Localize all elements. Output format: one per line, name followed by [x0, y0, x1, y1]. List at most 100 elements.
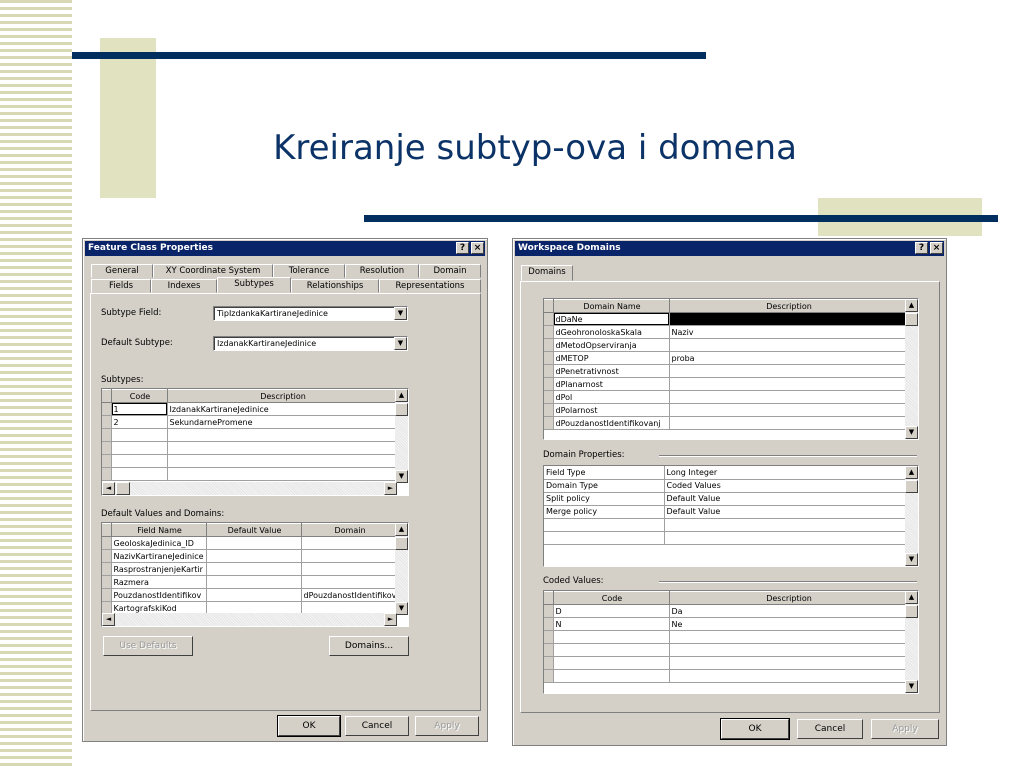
tab-subtypes[interactable]: Subtypes [217, 277, 291, 293]
column-header[interactable]: Description [167, 389, 398, 403]
table-cell[interactable] [206, 536, 302, 550]
scroll-down-icon[interactable]: ▼ [905, 553, 918, 566]
scroll-thumb[interactable] [905, 605, 918, 618]
row-header[interactable] [544, 643, 554, 657]
table-cell[interactable]: dMETOP [553, 351, 670, 365]
table-cell[interactable] [301, 575, 398, 589]
table-cell[interactable]: dPenetrativnost [553, 364, 670, 378]
row-header[interactable] [544, 390, 554, 404]
tab-xy-coordinate-system[interactable]: XY Coordinate System [153, 264, 273, 278]
table-cell[interactable] [669, 364, 908, 378]
table-cell[interactable] [301, 549, 398, 563]
table-cell[interactable]: proba [669, 351, 908, 365]
table-cell[interactable] [167, 428, 398, 442]
table-row[interactable] [544, 669, 908, 683]
tab-resolution[interactable]: Resolution [345, 264, 419, 278]
vertical-scrollbar[interactable]: ▲ ▼ [395, 389, 408, 483]
tab-tolerance[interactable]: Tolerance [273, 264, 345, 278]
apply-button[interactable]: Apply [415, 716, 479, 736]
column-header[interactable]: Domain [301, 523, 398, 537]
table-row[interactable] [544, 630, 908, 644]
row-header[interactable] [544, 617, 554, 631]
scroll-right-icon[interactable]: ► [384, 482, 397, 495]
table-cell[interactable] [553, 643, 670, 657]
close-icon[interactable]: × [930, 242, 943, 254]
table-row[interactable] [544, 531, 908, 545]
table-cell[interactable] [669, 377, 908, 391]
scroll-thumb[interactable] [116, 482, 130, 495]
table-cell[interactable] [206, 562, 302, 576]
default-subtype-select[interactable]: IzdanakKartiraneJedinice ▼ [213, 336, 408, 351]
table-row[interactable]: GeoloskaJedinica_ID [102, 536, 398, 550]
table-cell[interactable]: SekundarnePromene [167, 415, 398, 429]
table-row[interactable]: dPlanarnost [544, 377, 908, 391]
tab-representations[interactable]: Representations [379, 279, 481, 293]
table-row[interactable] [102, 428, 398, 442]
column-header[interactable]: Description [669, 299, 908, 313]
table-cell[interactable]: Razmera [111, 575, 207, 589]
table-cell[interactable] [167, 454, 398, 468]
table-row[interactable]: dDaNe [544, 312, 908, 326]
row-header[interactable] [544, 338, 554, 352]
row-header[interactable] [544, 325, 554, 339]
table-row[interactable]: N Ne [544, 617, 908, 631]
subtype-field-select[interactable]: TipIzdankaKartiraneJedinice ▼ [213, 306, 408, 321]
table-cell[interactable]: D [553, 604, 670, 618]
table-cell[interactable] [553, 669, 670, 683]
table-cell[interactable] [167, 467, 398, 481]
row-header[interactable] [102, 441, 112, 455]
scroll-up-icon[interactable]: ▲ [905, 591, 918, 604]
row-header[interactable] [102, 428, 112, 442]
table-cell[interactable]: Naziv [669, 325, 908, 339]
property-value[interactable] [664, 531, 908, 545]
table-cell[interactable]: NazivKartiraneJedinice [111, 549, 207, 563]
row-header[interactable] [102, 549, 112, 563]
table-row[interactable] [544, 643, 908, 657]
table-row[interactable]: D Da [544, 604, 908, 618]
table-cell[interactable] [553, 630, 670, 644]
tab-relationships[interactable]: Relationships [291, 279, 379, 293]
table-cell[interactable] [669, 403, 908, 417]
table-row[interactable]: dGeohronoloskaSkala Naziv [544, 325, 908, 339]
chevron-down-icon[interactable]: ▼ [394, 307, 407, 320]
table-cell[interactable] [553, 656, 670, 670]
table-row[interactable]: dPolarnost [544, 403, 908, 417]
property-value[interactable] [664, 518, 908, 532]
table-row[interactable]: Split policy Default Value [544, 492, 908, 506]
column-header[interactable]: Code [111, 389, 168, 403]
table-cell[interactable] [669, 338, 908, 352]
table-cell[interactable]: GeoloskaJedinica_ID [111, 536, 207, 550]
table-row[interactable]: dPol [544, 390, 908, 404]
horizontal-scrollbar[interactable]: ◄ ► [102, 613, 397, 626]
row-header[interactable] [544, 364, 554, 378]
ok-button[interactable]: OK [277, 715, 341, 737]
table-cell[interactable] [669, 312, 908, 326]
table-row[interactable]: Merge policy Default Value [544, 505, 908, 519]
table-row[interactable] [544, 656, 908, 670]
row-header[interactable] [102, 402, 112, 416]
table-row[interactable] [544, 518, 908, 532]
table-cell[interactable]: IzdanakKartiraneJedinice [167, 402, 398, 416]
cancel-button[interactable]: Cancel [797, 719, 863, 739]
row-header[interactable] [544, 312, 554, 326]
column-header[interactable]: Code [553, 591, 670, 605]
row-header[interactable] [102, 467, 112, 481]
apply-button[interactable]: Apply [871, 719, 939, 739]
table-cell[interactable]: dPol [553, 390, 670, 404]
row-header[interactable] [544, 656, 554, 670]
table-row[interactable] [102, 467, 398, 481]
table-cell[interactable] [669, 643, 908, 657]
tab-fields[interactable]: Fields [91, 279, 151, 293]
scroll-left-icon[interactable]: ◄ [102, 613, 115, 626]
table-cell[interactable]: Ne [669, 617, 908, 631]
row-header[interactable] [544, 403, 554, 417]
tab-domains[interactable]: Domains [521, 265, 573, 281]
vertical-scrollbar[interactable]: ▲ ▼ [395, 523, 408, 615]
table-cell[interactable]: dGeohronoloskaSkala [553, 325, 670, 339]
table-row[interactable] [102, 454, 398, 468]
row-header[interactable] [102, 588, 112, 602]
table-cell[interactable]: dPolarnost [553, 403, 670, 417]
table-cell[interactable] [111, 467, 168, 481]
vertical-scrollbar[interactable]: ▲ ▼ [905, 466, 918, 566]
help-icon[interactable]: ? [456, 242, 469, 254]
